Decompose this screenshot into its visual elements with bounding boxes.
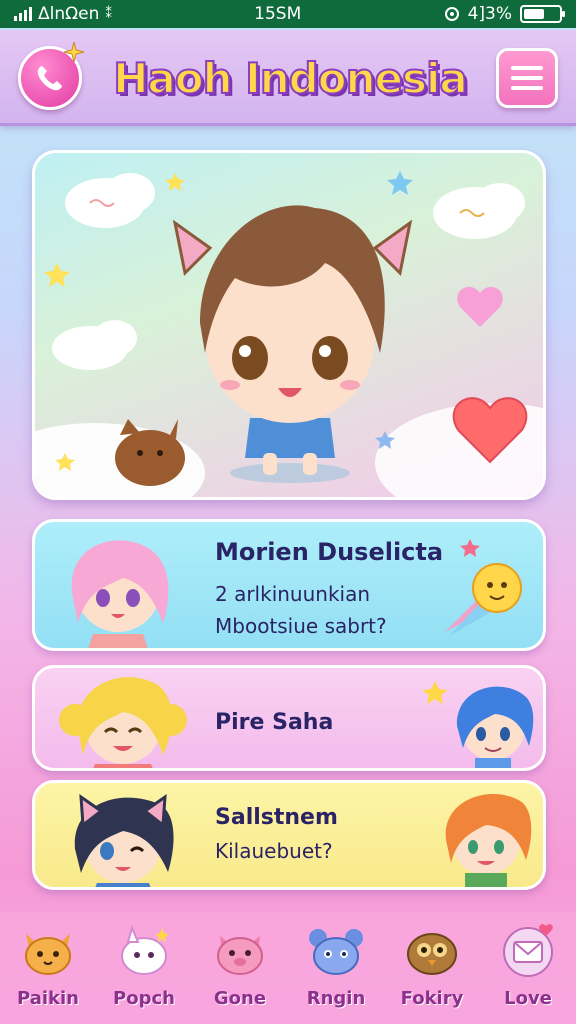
avatar-blonde-girl xyxy=(59,677,187,768)
nav-item-popch[interactable]: Popch xyxy=(99,920,189,1009)
status-time: 15SM xyxy=(254,4,302,24)
hero-banner[interactable] xyxy=(32,150,546,500)
blue-mouse-icon xyxy=(309,929,363,975)
cloud-icon xyxy=(65,173,155,228)
star-icon xyxy=(387,171,413,195)
avatar-blue-hair-boy xyxy=(456,686,534,768)
card-title: Sallstnem xyxy=(215,805,338,830)
nav-label: Rngin xyxy=(306,988,366,1009)
call-button[interactable] xyxy=(18,41,85,110)
nav-label: Love xyxy=(504,988,552,1009)
app-header: Haoh Indonesia xyxy=(0,30,576,126)
star-icon xyxy=(460,539,480,557)
nav-label: Fokiry xyxy=(400,988,464,1009)
avatar-orange-hair-boy xyxy=(445,794,532,887)
carrier-name: ΔlnΩen xyxy=(38,4,100,24)
card-subtitle: 2 arlkinuunkian xyxy=(215,582,371,606)
pink-pig-icon xyxy=(217,936,263,975)
card-title: Morien Duselicta xyxy=(215,538,444,566)
love-letter-icon xyxy=(503,924,553,977)
cloud-icon xyxy=(433,183,525,239)
owl-icon xyxy=(407,933,457,975)
app-title: Haoh Indonesia xyxy=(112,53,468,104)
card-subtitle: Kilauebuet? xyxy=(215,839,333,863)
star-icon xyxy=(44,263,70,287)
signal-icon xyxy=(14,7,32,21)
bottom-nav: Paikin Popch Gone Rngin Fokiry Love xyxy=(0,912,576,1024)
sparkle-icon xyxy=(63,41,85,63)
status-left: ΔlnΩen ⁑ xyxy=(14,4,112,24)
sync-icon xyxy=(444,7,459,21)
nav-item-rngin[interactable]: Rngin xyxy=(291,920,381,1009)
nav-item-paikin[interactable]: Paikin xyxy=(3,920,93,1009)
battery-icon xyxy=(520,5,565,23)
card-subtitle: Mbootsiue sabrt? xyxy=(215,614,387,638)
menu-line xyxy=(511,76,543,80)
nav-label: Popch xyxy=(113,988,175,1009)
menu-line xyxy=(511,66,543,70)
card-title: Pire Saha xyxy=(215,710,334,735)
pet-dog-icon xyxy=(115,419,185,486)
chat-card[interactable]: Sallstnem Kilauebuet? xyxy=(32,780,546,890)
shooting-star-icon xyxy=(445,563,522,636)
avatar-black-hair-cat-girl xyxy=(74,793,174,887)
hero-illustration xyxy=(35,171,543,497)
heart-icon xyxy=(457,286,503,327)
nav-item-love[interactable]: Love xyxy=(483,920,573,1009)
phone-icon xyxy=(37,66,62,91)
ghost-bunny-icon xyxy=(121,925,169,975)
avatar-pink-hair-girl xyxy=(71,540,169,648)
cat-face-icon xyxy=(25,934,71,975)
nav-item-fokiry[interactable]: Fokiry xyxy=(387,920,477,1009)
chat-card[interactable]: Pire Saha xyxy=(32,665,546,771)
battery-percent: 4]3% xyxy=(467,4,512,24)
chat-card[interactable]: Morien Duselicta 2 arlkinuunkian Mbootsi… xyxy=(32,519,546,651)
nav-item-gone[interactable]: Gone xyxy=(195,920,285,1009)
menu-line xyxy=(511,86,543,90)
star-icon xyxy=(165,173,185,191)
menu-button[interactable] xyxy=(496,48,558,108)
status-bar: ΔlnΩen ⁑ 15SM 4]3% xyxy=(0,0,576,28)
carrier-extra: ⁑ xyxy=(105,6,112,22)
battery-fill xyxy=(524,9,545,19)
hero-character xyxy=(172,205,413,483)
status-right: 4]3% xyxy=(444,4,565,24)
nav-label: Paikin xyxy=(17,988,79,1009)
cloud-icon xyxy=(52,320,137,370)
star-icon xyxy=(422,681,448,705)
nav-label: Gone xyxy=(213,988,267,1009)
